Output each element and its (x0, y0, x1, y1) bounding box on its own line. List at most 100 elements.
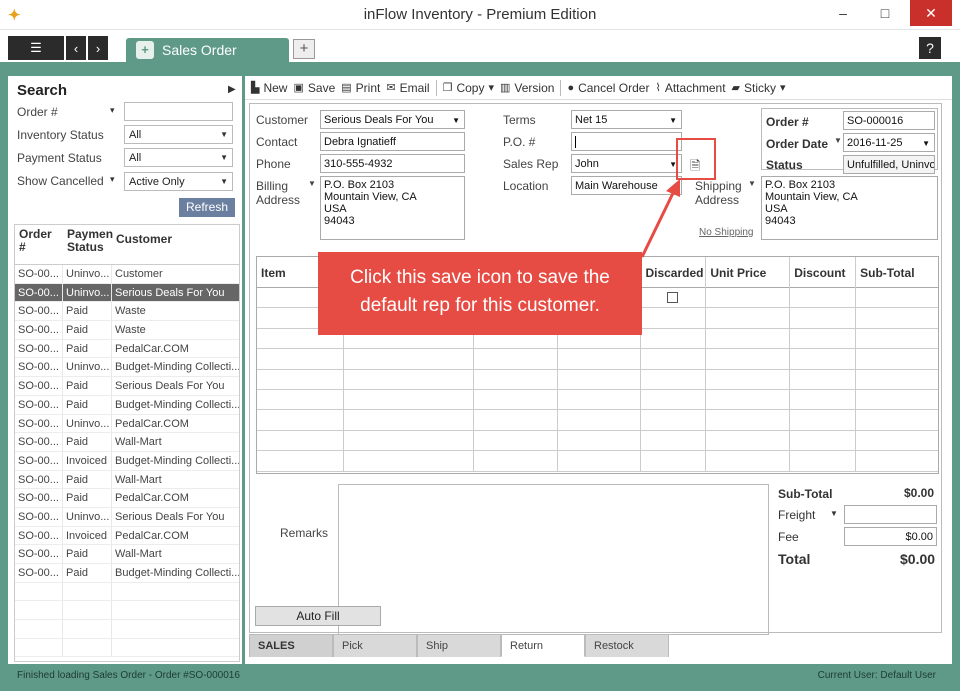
table-row[interactable]: SO-00... Paid Budget-Minding Collecti... (15, 564, 239, 583)
item-cell[interactable] (790, 349, 857, 370)
item-cell[interactable] (790, 410, 857, 431)
order-number-field[interactable]: SO-000016 (843, 111, 935, 130)
item-row[interactable] (257, 369, 938, 390)
item-cell[interactable] (706, 410, 791, 431)
table-row[interactable]: SO-00... Paid Wall-Mart (15, 545, 239, 564)
item-cell[interactable] (558, 369, 642, 390)
billing-address-field[interactable]: P.O. Box 2103 Mountain View, CA USA 9404… (320, 176, 465, 240)
tab-sales-order[interactable]: + Sales Order (126, 38, 289, 62)
item-cell[interactable] (474, 349, 558, 370)
item-row[interactable] (257, 349, 938, 370)
col-payment-status[interactable]: Paymen Status (63, 225, 113, 264)
item-cell[interactable] (641, 308, 707, 329)
item-cell[interactable] (706, 308, 791, 329)
item-cell[interactable] (790, 328, 857, 349)
forward-icon[interactable]: › (88, 36, 108, 60)
item-cell[interactable] (344, 430, 474, 451)
close-button[interactable]: ✕ (910, 0, 952, 26)
item-cell[interactable] (641, 369, 707, 390)
table-row[interactable] (15, 620, 239, 639)
table-row[interactable]: SO-00... Uninvo... Customer (15, 265, 239, 284)
item-cell[interactable] (344, 410, 474, 431)
table-row[interactable]: SO-00... Invoiced PedalCar.COM (15, 526, 239, 546)
table-row[interactable]: SO-00... Paid PedalCar.COM (15, 339, 239, 359)
maximize-button[interactable]: □ (868, 0, 902, 26)
menu-icon[interactable]: ☰ (8, 36, 64, 60)
item-cell[interactable] (641, 389, 707, 410)
col-discount[interactable]: Discount (790, 257, 857, 288)
item-cell[interactable] (558, 389, 642, 410)
chevron-down-icon[interactable]: ▼ (834, 136, 842, 145)
item-cell[interactable] (790, 451, 857, 472)
order-number-input[interactable] (124, 102, 233, 121)
item-cell[interactable] (474, 410, 558, 431)
item-cell[interactable] (790, 389, 857, 410)
item-cell[interactable] (558, 410, 642, 431)
item-cell[interactable] (344, 389, 474, 410)
item-cell[interactable] (344, 451, 474, 472)
table-row[interactable] (15, 582, 239, 602)
sticky-button[interactable]: ▰ Sticky ▾ (732, 81, 786, 95)
freight-input[interactable] (844, 505, 937, 524)
item-cell[interactable] (706, 451, 791, 472)
item-cell[interactable] (474, 430, 558, 451)
item-row[interactable] (257, 410, 938, 431)
terms-select[interactable]: Net 15 ▼ (571, 110, 682, 129)
item-cell[interactable] (706, 369, 791, 390)
item-cell[interactable] (641, 410, 707, 431)
col-order[interactable]: Order # (15, 225, 63, 264)
refresh-button[interactable]: Refresh (179, 198, 235, 217)
attachment-button[interactable]: ⌇ Attachment (655, 81, 725, 95)
item-row[interactable] (257, 430, 938, 452)
email-button[interactable]: ✉ Email (386, 81, 429, 95)
item-cell[interactable] (790, 430, 857, 451)
sales-rep-select[interactable]: John ▼ (571, 154, 682, 173)
item-cell[interactable] (641, 349, 707, 370)
copy-button[interactable]: ❐ Copy ▾ (443, 81, 494, 95)
chevron-down-icon[interactable]: ▼ (830, 509, 838, 518)
item-cell[interactable] (790, 308, 857, 329)
table-row[interactable]: SO-00... Paid Waste (15, 321, 239, 340)
contact-input[interactable]: Debra Ignatieff (320, 132, 465, 151)
item-cell[interactable] (558, 349, 642, 370)
item-cell[interactable] (790, 369, 857, 390)
auto-fill-button[interactable]: Auto Fill (255, 606, 381, 626)
chevron-down-icon[interactable]: ▼ (308, 179, 316, 188)
col-subtotal[interactable]: Sub-Total (856, 257, 938, 288)
item-cell[interactable] (706, 389, 791, 410)
item-cell[interactable] (257, 369, 344, 390)
print-button[interactable]: ▤ Print (341, 81, 380, 95)
item-cell[interactable] (856, 288, 938, 308)
order-date-field[interactable]: 2016-11-25 ▼ (843, 133, 935, 152)
item-cell[interactable] (257, 410, 344, 431)
table-row[interactable]: SO-00... Uninvo... Budget-Minding Collecti… (15, 358, 239, 378)
inventory-status-select[interactable]: All ▼ (124, 125, 233, 144)
item-cell[interactable] (474, 451, 558, 472)
item-cell[interactable] (641, 328, 707, 349)
table-row[interactable]: SO-00... Uninvo... PedalCar.COM (15, 414, 239, 434)
col-customer[interactable]: Customer (112, 225, 239, 264)
item-cell[interactable] (706, 430, 791, 451)
item-cell[interactable] (706, 288, 791, 308)
table-row[interactable] (15, 601, 239, 621)
item-cell[interactable] (474, 389, 558, 410)
table-row[interactable]: SO-00... Paid Waste (15, 302, 239, 322)
version-button[interactable]: ▥ Version (500, 81, 554, 95)
table-row[interactable]: SO-00... Paid Budget-Minding Collecti... (15, 395, 239, 415)
save-button[interactable]: ▣ Save (293, 81, 335, 95)
item-row[interactable] (257, 389, 938, 411)
col-unit-price[interactable]: Unit Price (706, 257, 791, 288)
remarks-field[interactable] (338, 484, 769, 635)
add-tab-button[interactable]: + (293, 39, 315, 59)
item-cell[interactable] (641, 430, 707, 451)
table-row[interactable]: SO-00... Uninvo... Serious Deals For You (15, 507, 239, 527)
po-input[interactable] (571, 132, 682, 151)
item-cell[interactable] (706, 349, 791, 370)
item-cell[interactable] (856, 308, 938, 328)
help-button[interactable]: ? (919, 37, 941, 59)
table-row[interactable]: SO-00... Paid Wall-Mart (15, 433, 239, 452)
item-cell[interactable] (856, 431, 938, 451)
discarded-checkbox[interactable] (667, 292, 679, 303)
chevron-down-icon[interactable]: ▼ (748, 179, 756, 188)
cancel-order-button[interactable]: ● Cancel Order (567, 81, 649, 95)
